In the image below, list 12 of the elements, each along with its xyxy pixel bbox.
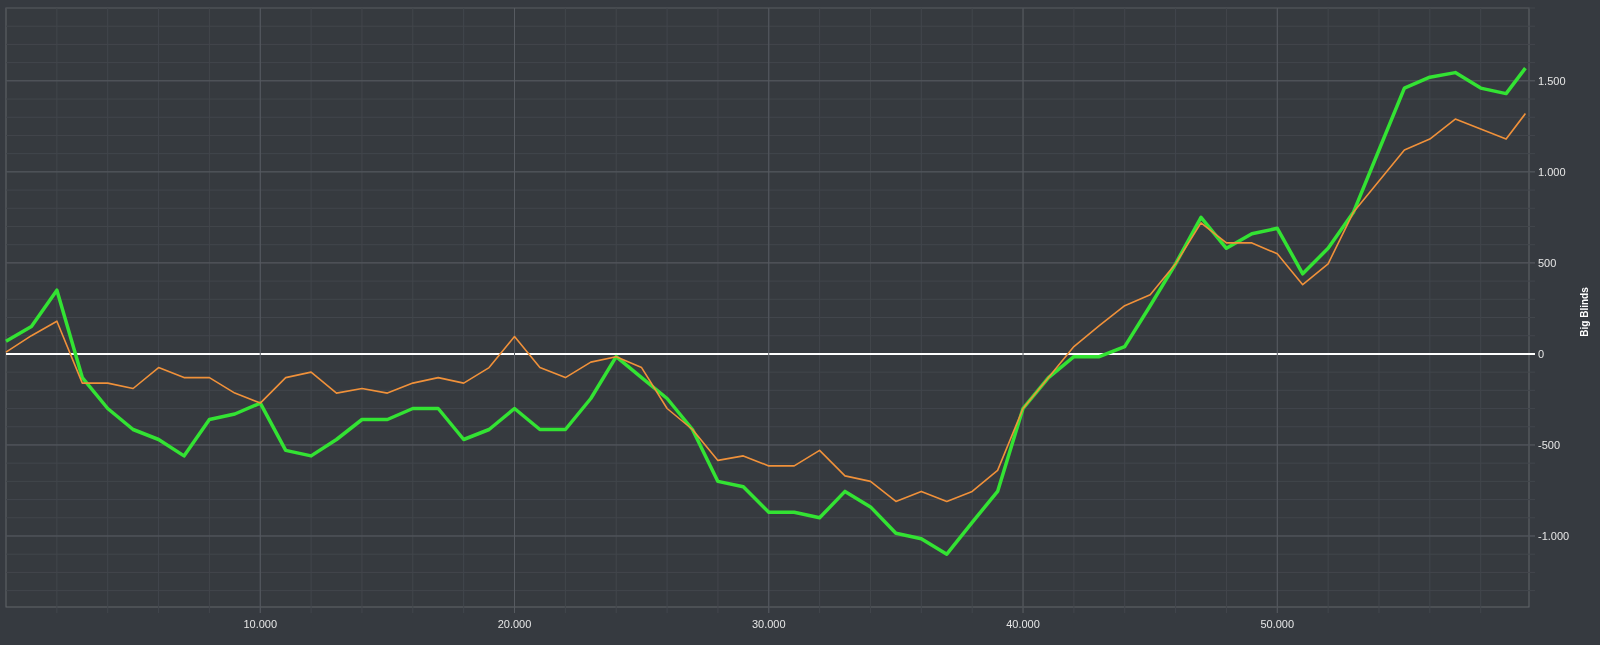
axis-tick-label: 30.000 [751, 618, 786, 630]
axis-tick-label: 1.000 [1538, 165, 1566, 178]
axis-tick-label: 20.000 [497, 618, 532, 630]
axis-title: Big Blinds [1579, 287, 1590, 337]
axis-tick-label: 500 [1538, 256, 1557, 269]
axis-tick-label: 50.000 [1260, 618, 1295, 630]
axis-tick-label: 0 [1538, 347, 1545, 360]
axis-tick-label: 10.000 [243, 618, 278, 630]
axis-tick-label: 40.000 [1006, 618, 1040, 630]
axis-tick-label: -1.000 [1538, 530, 1570, 542]
axis-tick-label: -500 [1538, 438, 1561, 451]
axis-tick-label: 1.500 [1538, 74, 1566, 87]
